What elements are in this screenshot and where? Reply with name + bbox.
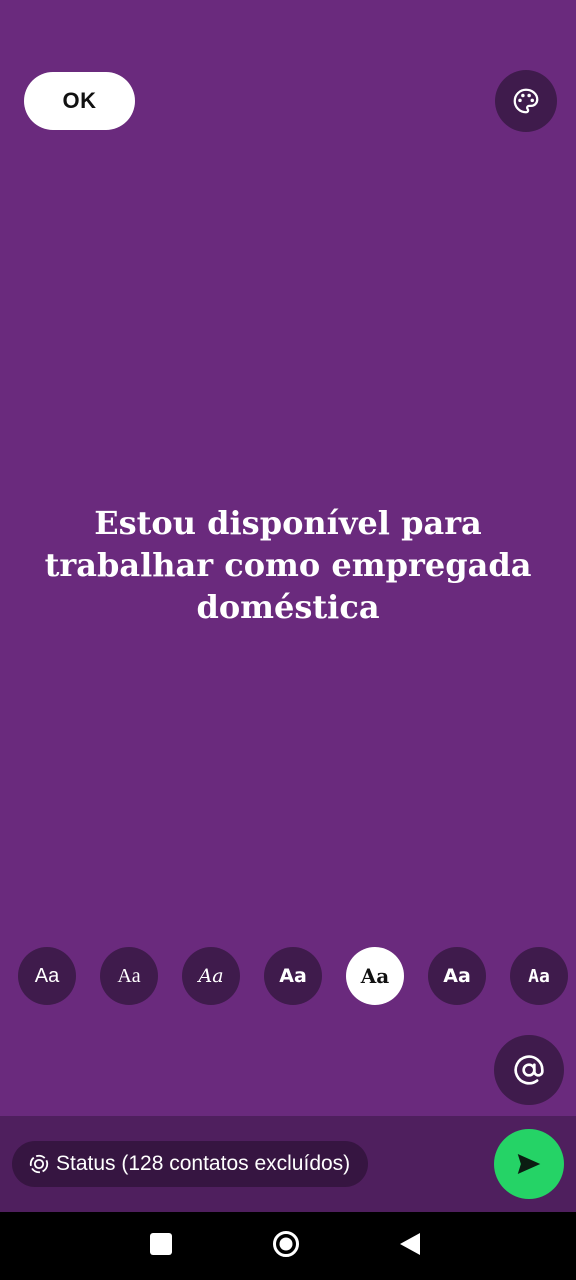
ok-button[interactable]: OK <box>24 72 135 130</box>
audience-label: Status (128 contatos excluídos) <box>56 1152 351 1175</box>
mention-button[interactable] <box>494 1035 564 1105</box>
at-sign-icon <box>514 1055 544 1085</box>
send-button[interactable] <box>494 1129 564 1199</box>
font-option[interactable]: Aa <box>18 947 76 1005</box>
palette-button[interactable] <box>495 70 557 132</box>
bottom-bar: Status (128 contatos excluídos) <box>0 1116 576 1212</box>
triangle-back-icon[interactable] <box>399 1232 421 1256</box>
font-option[interactable]: Aa <box>510 947 568 1005</box>
font-selector: Aa Aa Aa Aa Aa Aa Aa <box>0 947 576 1007</box>
font-option[interactable]: Aa <box>182 947 240 1005</box>
circle-icon[interactable] <box>272 1230 300 1258</box>
font-option-selected[interactable]: Aa <box>346 947 404 1005</box>
square-icon[interactable] <box>150 1233 172 1255</box>
palette-icon <box>513 88 539 114</box>
font-option[interactable]: Aa <box>100 947 158 1005</box>
font-option[interactable]: Aa <box>264 947 322 1005</box>
status-composer-screen: OK Estou disponível para trabalhar como … <box>0 0 576 1280</box>
status-ring-icon <box>28 1153 50 1175</box>
status-text[interactable]: Estou disponível para trabalhar como emp… <box>20 502 556 628</box>
font-option[interactable]: Aa <box>428 947 486 1005</box>
audience-chip[interactable]: Status (128 contatos excluídos) <box>12 1141 369 1187</box>
send-icon <box>517 1154 541 1174</box>
system-nav-bar <box>0 1212 576 1280</box>
